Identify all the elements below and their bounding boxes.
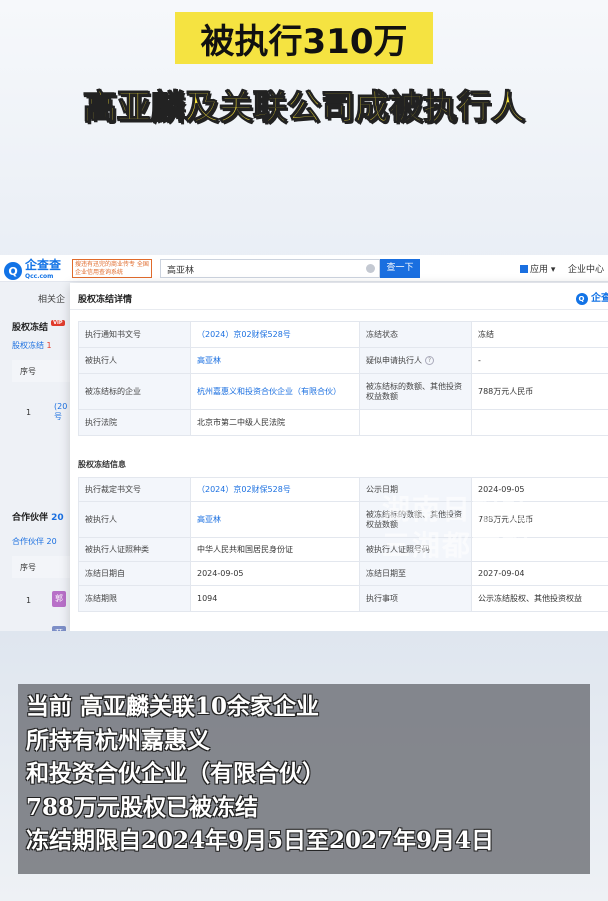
cell-label: 疑似申请执行人? [360, 348, 472, 374]
cell-value: 公示冻结股权、其他投资权益 [472, 586, 608, 612]
table-row-index: 1 [26, 408, 32, 417]
subtitle-caption: 当前 高亚麟关联10余家企业 所持有杭州嘉惠义 和投资合伙企业（有限合伙） 78… [18, 684, 590, 874]
section-title: 股权冻结信息 [78, 460, 126, 469]
table-row: 冻结日期自 2024-09-05 冻结日期至 2027-09-04 [79, 562, 608, 586]
cell-label: 冻结期限 [79, 586, 191, 612]
cell-label: 冻结日期至 [360, 562, 472, 586]
cell-value: 1094 [191, 586, 360, 612]
cell-value: 冻结 [472, 322, 608, 348]
table-row: 被执行人 高亚林 疑似申请执行人? - [79, 348, 608, 374]
help-icon[interactable]: ? [425, 356, 434, 365]
cell-label: 被冻结标的企业 [79, 374, 191, 410]
cell-label: 被执行人 [79, 348, 191, 374]
cell-value: 2024-09-05 [191, 562, 360, 586]
cell-value: 中华人民共和国居民身份证 [191, 538, 360, 562]
cell-label: 被冻结标的数额、其他投资权益数额 [360, 374, 472, 410]
search-button[interactable]: 查一下 [380, 259, 420, 278]
cell-value-link[interactable]: （2024）京02财保528号 [191, 322, 360, 348]
table-header: 序号 [12, 360, 72, 382]
subtitle-line: 所持有杭州嘉惠义 [26, 726, 210, 754]
cell-label: 被执行人 [79, 502, 191, 538]
headline-subtitle: 高亚麟及关联公司成被执行人 [82, 87, 525, 128]
subtitle-line: 冻结期限自2024年9月5日至2027年9月4日 [26, 827, 495, 854]
subtitle-line: 788万元股权已被冻结 [26, 793, 259, 821]
cell-value: 北京市第二中级人民法院 [191, 410, 360, 436]
table-row: 被冻结标的企业 杭州嘉惠义和投资合伙企业（有限合伙） 被冻结标的数额、其他投资权… [79, 374, 608, 410]
cell-label: 执行事项 [360, 586, 472, 612]
tab-partners[interactable]: 合作伙伴 20 [12, 536, 57, 547]
search-input-value: 高亚林 [167, 266, 195, 276]
cell-label: 冻结日期自 [79, 562, 191, 586]
cell-label: 执行通知书文号 [79, 322, 191, 348]
clear-icon[interactable] [366, 264, 375, 273]
headline-title: 被执行310万 [175, 12, 433, 64]
section-equity-freeze: 股权冻结 VIP [12, 320, 65, 333]
cell-value-link[interactable]: 高亚林 [191, 502, 360, 538]
cell-label: 被执行人证照种类 [79, 538, 191, 562]
table-row: 执行法院 北京市第二中级人民法院 [79, 410, 608, 436]
cell-value-link[interactable]: 杭州嘉惠义和投资合伙企业（有限合伙） [191, 374, 360, 410]
cell-empty [472, 410, 608, 436]
dialog-brand: Q 企查 [575, 289, 608, 305]
cell-label: 冻结状态 [360, 322, 472, 348]
subtitle-line: 和投资合伙企业（有限合伙） [26, 760, 325, 787]
table-row: 冻结期限 1094 执行事项 公示冻结股权、其他投资权益 [79, 586, 608, 612]
equity-freeze-dialog: 股权冻结详情 Q 企查 执行通知书文号 （2024）京02财保528号 冻结状态… [70, 283, 608, 631]
table-header: 序号 [12, 556, 72, 578]
cell-label: 执行法院 [79, 410, 191, 436]
vip-badge: VIP [51, 320, 65, 326]
logo-text: 企查查 Qcc.com [25, 258, 62, 280]
search-input[interactable]: 高亚林 [160, 259, 380, 278]
cell-value-link[interactable]: （2024）京02财保528号 [191, 478, 360, 502]
table-row-index: 1 [26, 596, 32, 605]
divider [70, 309, 608, 310]
freeze-detail-table: 执行通知书文号 （2024）京02财保528号 冻结状态 冻结 被执行人 高亚林… [78, 321, 608, 436]
avatar: 葡 [52, 626, 66, 631]
dialog-title: 股权冻结详情 [78, 295, 133, 305]
table-row-link[interactable]: (20 号 [54, 402, 68, 422]
enterprise-center-link[interactable]: 企业中心 [568, 262, 604, 275]
tab-equity-freeze[interactable]: 股权冻结 1 [12, 340, 52, 351]
logo-icon: Q [575, 293, 588, 305]
tab-related[interactable]: 相关企 [38, 292, 65, 305]
top-bar: Q 企查查 Qcc.com 搜违有迅完的商业传专 全国企业信用查询系统 高亚林 … [0, 255, 608, 282]
watermark: 湖南日报社 三湘都市报 [382, 493, 533, 562]
grid-icon [520, 265, 528, 273]
table-row: 执行通知书文号 （2024）京02财保528号 冻结状态 冻结 [79, 322, 608, 348]
cell-value-link[interactable]: 高亚林 [191, 348, 360, 374]
avatar: 郭 [52, 591, 66, 607]
cell-value: 788万元人民币 [472, 374, 608, 410]
cell-label: 执行裁定书文号 [79, 478, 191, 502]
logo-icon: Q [4, 262, 22, 280]
subtitle-line: 当前 高亚麟关联10余家企业 [26, 693, 320, 720]
cell-empty [360, 410, 472, 436]
cell-value: 2027-09-04 [472, 562, 608, 586]
apps-menu-button[interactable]: 应用 ▾ [520, 262, 555, 275]
screenshot-panel: Q 企查查 Qcc.com 搜违有迅完的商业传专 全国企业信用查询系统 高亚林 … [0, 255, 608, 631]
logo[interactable]: Q 企查查 Qcc.com [4, 259, 61, 283]
ad-banner[interactable]: 搜违有迅完的商业传专 全国企业信用查询系统 [72, 259, 152, 278]
cell-value: - [472, 348, 608, 374]
section-partners: 合作伙伴 20 [12, 513, 64, 523]
